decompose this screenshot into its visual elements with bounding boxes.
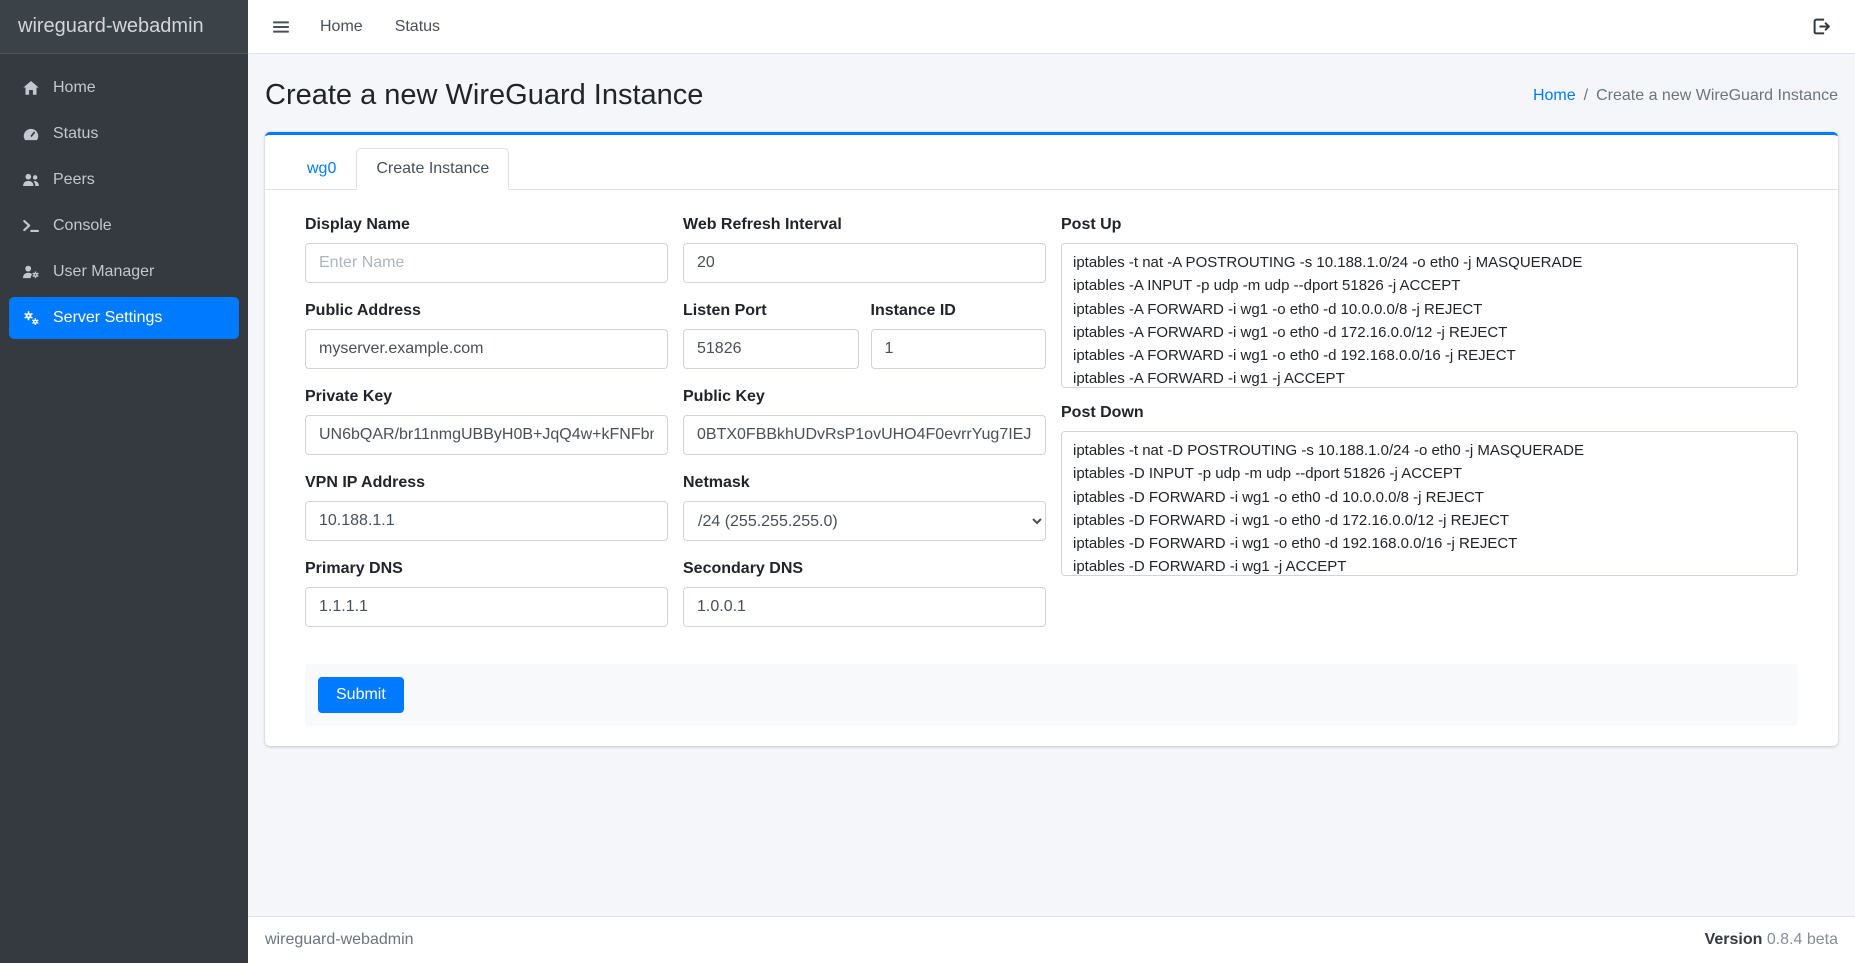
card-tabs: wg0 Create Instance: [265, 135, 1838, 190]
sidebar-item-label: Console: [53, 217, 112, 235]
sidebar-item-user-manager[interactable]: User Manager: [9, 251, 239, 293]
vpn-ip-input[interactable]: [305, 501, 668, 541]
breadcrumb-separator: /: [1584, 87, 1588, 105]
instance-id-input[interactable]: [871, 329, 1047, 369]
listen-port-label: Listen Port: [683, 302, 859, 320]
sidebar-item-status[interactable]: Status: [9, 113, 239, 155]
sidebar-nav: Home Status Peers Console: [0, 54, 248, 343]
create-instance-card: wg0 Create Instance Display Name Public: [265, 132, 1838, 746]
card-body: Display Name Public Address Private Key: [265, 190, 1838, 746]
main-column: Home Status Create a new WireGuard Insta…: [248, 0, 1855, 963]
vpn-ip-label: VPN IP Address: [305, 474, 668, 492]
post-down-label: Post Down: [1061, 404, 1798, 422]
private-key-label: Private Key: [305, 388, 668, 406]
top-navbar: Home Status: [248, 0, 1855, 54]
gauge-icon: [20, 125, 42, 143]
users-icon: [20, 171, 42, 189]
version-label: Version: [1705, 931, 1763, 948]
secondary-dns-input[interactable]: [683, 587, 1046, 627]
form-column-2: Web Refresh Interval Listen Port Instanc…: [683, 216, 1046, 646]
brand[interactable]: wireguard-webadmin: [0, 0, 248, 54]
form-column-3: Post Up iptables -t nat -A POSTROUTING -…: [1061, 216, 1798, 646]
private-key-input[interactable]: [305, 415, 668, 455]
public-address-input[interactable]: [305, 329, 668, 369]
breadcrumb-current: Create a new WireGuard Instance: [1596, 87, 1838, 105]
post-up-textarea[interactable]: iptables -t nat -A POSTROUTING -s 10.188…: [1061, 243, 1798, 388]
content-wrapper: Create a new WireGuard Instance Home / C…: [248, 54, 1855, 916]
submit-button[interactable]: Submit: [318, 677, 404, 713]
public-address-label: Public Address: [305, 302, 668, 320]
post-down-textarea[interactable]: iptables -t nat -D POSTROUTING -s 10.188…: [1061, 431, 1798, 576]
sidebar-item-home[interactable]: Home: [9, 67, 239, 109]
topnav-link-status[interactable]: Status: [395, 18, 440, 36]
page-title: Create a new WireGuard Instance: [265, 79, 703, 112]
display-name-input[interactable]: [305, 243, 668, 283]
tab-wg0[interactable]: wg0: [287, 148, 356, 190]
primary-dns-label: Primary DNS: [305, 560, 668, 578]
gears-icon: [20, 309, 42, 327]
display-name-label: Display Name: [305, 216, 668, 234]
instance-id-label: Instance ID: [871, 302, 1047, 320]
sidebar-item-label: Server Settings: [53, 309, 162, 327]
breadcrumb-home-link[interactable]: Home: [1533, 87, 1576, 105]
footer-brand: wireguard-webadmin: [265, 931, 414, 949]
netmask-label: Netmask: [683, 474, 1046, 492]
secondary-dns-label: Secondary DNS: [683, 560, 1046, 578]
logout-icon[interactable]: [1812, 17, 1831, 36]
sidebar-item-label: Peers: [53, 171, 95, 189]
breadcrumb: Home / Create a new WireGuard Instance: [1533, 87, 1838, 105]
version-value: 0.8.4 beta: [1767, 931, 1838, 948]
sidebar-item-peers[interactable]: Peers: [9, 159, 239, 201]
sidebar-item-server-settings[interactable]: Server Settings: [9, 297, 239, 339]
home-icon: [20, 79, 42, 97]
sidebar-item-label: User Manager: [53, 263, 154, 281]
web-refresh-interval-input[interactable]: [683, 243, 1046, 283]
tab-create-instance[interactable]: Create Instance: [356, 148, 509, 190]
sidebar-item-label: Home: [53, 79, 96, 97]
netmask-select[interactable]: /24 (255.255.255.0): [683, 501, 1046, 541]
main-footer: wireguard-webadmin Version 0.8.4 beta: [248, 916, 1855, 963]
menu-icon[interactable]: [272, 18, 290, 36]
listen-port-input[interactable]: [683, 329, 859, 369]
users-gear-icon: [20, 263, 42, 281]
sidebar-item-label: Status: [53, 125, 98, 143]
topnav-link-home[interactable]: Home: [320, 18, 363, 36]
public-key-input[interactable]: [683, 415, 1046, 455]
form-column-1: Display Name Public Address Private Key: [305, 216, 668, 646]
app-wrapper: wireguard-webadmin Home Status Peers: [0, 0, 1855, 963]
primary-dns-input[interactable]: [305, 587, 668, 627]
public-key-label: Public Key: [683, 388, 1046, 406]
sidebar-item-console[interactable]: Console: [9, 205, 239, 247]
post-up-label: Post Up: [1061, 216, 1798, 234]
content-header: Create a new WireGuard Instance Home / C…: [248, 54, 1855, 132]
submit-strip: Submit: [305, 664, 1798, 726]
terminal-icon: [20, 217, 42, 235]
instance-form: Display Name Public Address Private Key: [305, 216, 1798, 646]
version-text: Version 0.8.4 beta: [1705, 931, 1838, 949]
sidebar: wireguard-webadmin Home Status Peers: [0, 0, 248, 963]
web-refresh-interval-label: Web Refresh Interval: [683, 216, 1046, 234]
